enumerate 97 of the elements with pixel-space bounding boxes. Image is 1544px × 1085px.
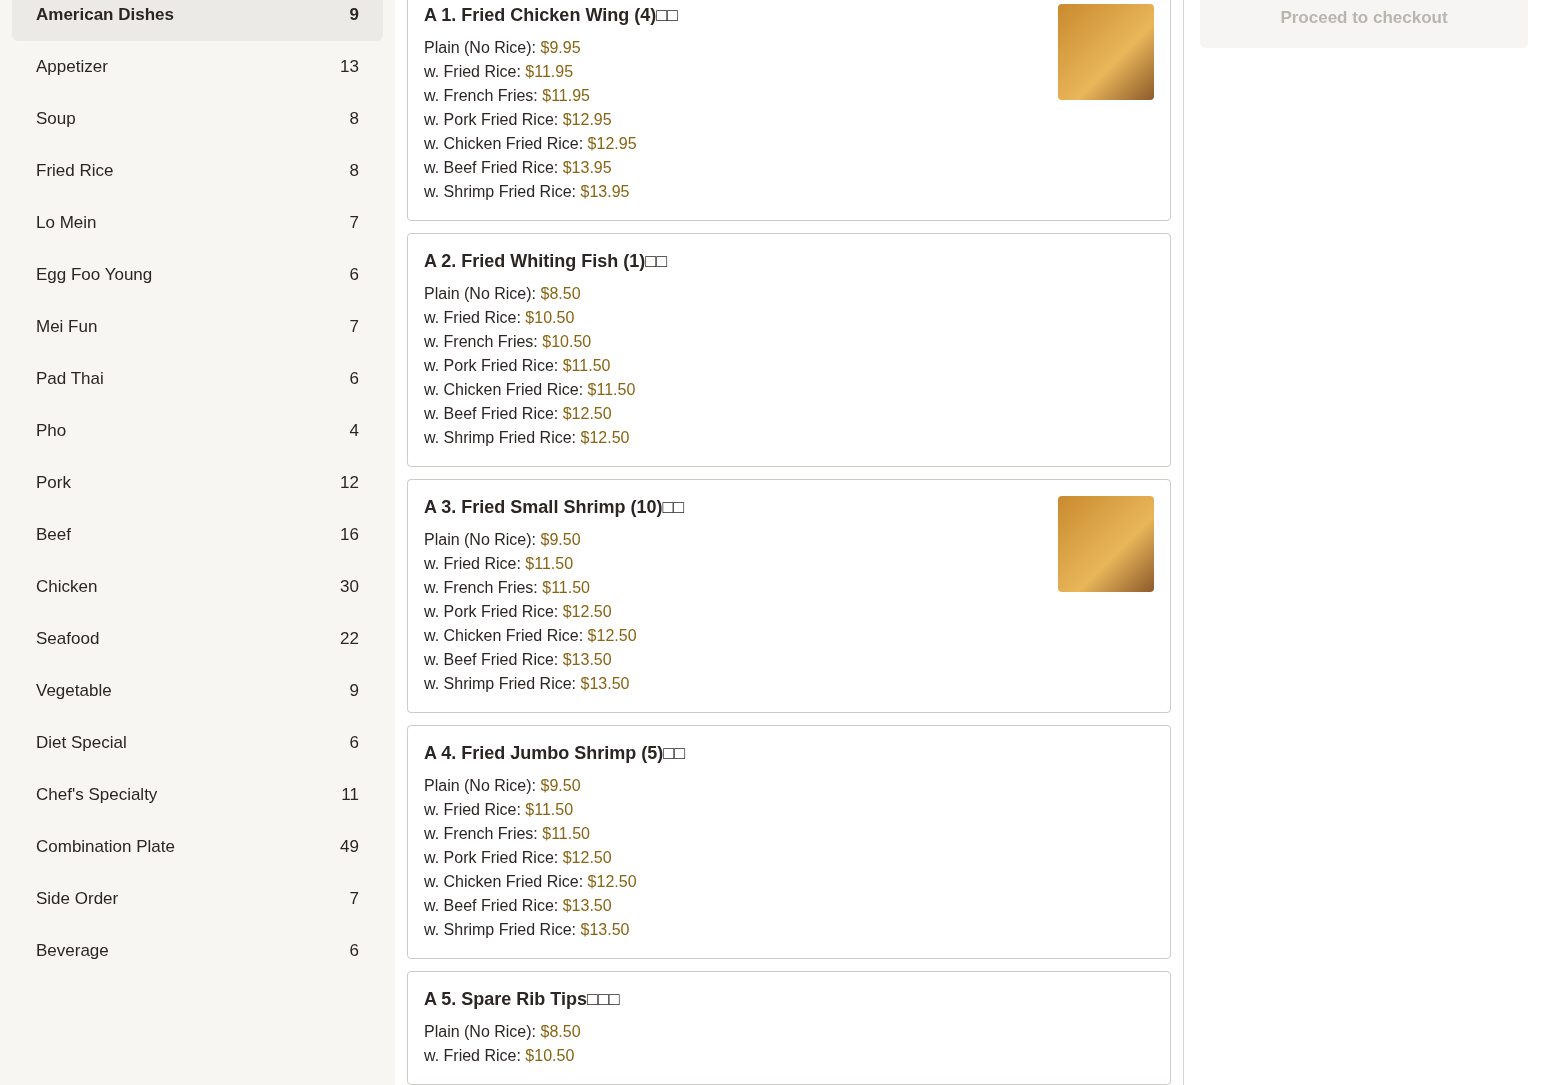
category-item[interactable]: Side Order 7 — [12, 873, 383, 925]
category-count: 6 — [349, 369, 359, 389]
price-option: w. Shrimp Fried Rice: $13.50 — [424, 672, 685, 696]
item-title: A 1. Fried Chicken Wing (4)□□ — [424, 4, 678, 26]
category-name: Appetizer — [36, 57, 108, 77]
category-name: Egg Foo Young — [36, 265, 153, 285]
category-name: Pad Thai — [36, 369, 104, 389]
category-count: 7 — [349, 213, 359, 233]
category-item[interactable]: Vegetable 9 — [12, 665, 383, 717]
category-name: American Dishes — [36, 5, 174, 25]
menu-item-card[interactable] — [407, 0, 1171, 221]
price-option: w. French Fries: $11.95 — [424, 84, 678, 108]
category-item[interactable]: American Dishes 9 — [12, 0, 383, 41]
price-option: w. Shrimp Fried Rice: $13.50 — [424, 918, 686, 942]
category-item[interactable]: Pad Thai 6 — [12, 353, 383, 405]
category-item[interactable]: Pork 12 — [12, 457, 383, 509]
category-count: 8 — [349, 161, 359, 181]
price-option: w. Fried Rice: $11.50 — [424, 798, 686, 822]
category-name: Side Order — [36, 889, 119, 909]
category-name: Combination Plate — [36, 837, 175, 857]
menu-item-card[interactable] — [407, 233, 1171, 467]
price-option: w. Pork Fried Rice: $12.95 — [424, 108, 678, 132]
price-option: Plain (No Rice): $8.50 — [424, 1020, 620, 1044]
price-option: w. Pork Fried Rice: $12.50 — [424, 846, 686, 870]
category-count: 4 — [349, 421, 359, 441]
price-option: w. French Fries: $11.50 — [424, 576, 685, 600]
price-option: w. Fried Rice: $11.50 — [424, 552, 685, 576]
category-count: 11 — [341, 785, 359, 805]
category-item[interactable]: Combination Plate 49 — [12, 821, 383, 873]
category-item[interactable]: Appetizer 13 — [12, 41, 383, 93]
category-item[interactable]: Beverage 6 — [12, 925, 383, 977]
category-count: 6 — [349, 941, 359, 961]
category-item[interactable]: Chicken 30 — [12, 561, 383, 613]
category-name: Diet Special — [36, 733, 127, 753]
category-item[interactable]: Chef's Specialty 11 — [12, 769, 383, 821]
item-title: A 2. Fried Whiting Fish (1)□□ — [424, 250, 668, 272]
category-item[interactable]: Soup 8 — [12, 93, 383, 145]
category-name: Vegetable — [36, 681, 112, 701]
price-option: w. French Fries: $11.50 — [424, 822, 686, 846]
price-option: w. Chicken Fried Rice: $12.50 — [424, 870, 686, 894]
category-item[interactable]: Seafood 22 — [12, 613, 383, 665]
price-option: w. Fried Rice: $10.50 — [424, 306, 668, 330]
category-count: 12 — [340, 473, 359, 493]
category-count: 9 — [349, 5, 359, 25]
category-name: Seafood — [36, 629, 100, 649]
category-name: Mei Fun — [36, 317, 98, 337]
item-title: A 5. Spare Rib Tips□□□ — [424, 988, 620, 1010]
category-name: Lo Mein — [36, 213, 97, 233]
category-name: Pork — [36, 473, 71, 493]
category-item[interactable]: Beef 16 — [12, 509, 383, 561]
price-option: w. Shrimp Fried Rice: $12.50 — [424, 426, 668, 450]
item-title: A 3. Fried Small Shrimp (10)□□ — [424, 496, 685, 518]
price-option: w. Beef Fried Rice: $13.50 — [424, 648, 685, 672]
price-option: Plain (No Rice): $8.50 — [424, 282, 668, 306]
price-option: w. Shrimp Fried Rice: $13.95 — [424, 180, 678, 204]
item-title: A 4. Fried Jumbo Shrimp (5)□□ — [424, 742, 686, 764]
price-option: Plain (No Rice): $9.50 — [424, 774, 686, 798]
price-option: Plain (No Rice): $9.95 — [424, 36, 678, 60]
menu-item-card[interactable] — [407, 725, 1171, 959]
price-option: w. Beef Fried Rice: $13.95 — [424, 156, 678, 180]
category-item[interactable]: Pho 4 — [12, 405, 383, 457]
price-option: w. Beef Fried Rice: $13.50 — [424, 894, 686, 918]
price-option: w. Chicken Fried Rice: $12.50 — [424, 624, 685, 648]
price-option: w. Chicken Fried Rice: $11.50 — [424, 378, 668, 402]
category-name: Chef's Specialty — [36, 785, 158, 805]
category-count: 6 — [349, 733, 359, 753]
price-option: w. Pork Fried Rice: $11.50 — [424, 354, 668, 378]
category-count: 7 — [349, 317, 359, 337]
menu-item-card[interactable] — [407, 479, 1171, 713]
category-count: 13 — [340, 57, 359, 77]
category-name: Beef — [36, 525, 71, 545]
price-option: w. Beef Fried Rice: $12.50 — [424, 402, 668, 426]
price-option: w. Pork Fried Rice: $12.50 — [424, 600, 685, 624]
price-option: Plain (No Rice): $9.50 — [424, 528, 685, 552]
category-item[interactable]: Mei Fun 7 — [12, 301, 383, 353]
category-item[interactable]: Fried Rice 8 — [12, 145, 383, 197]
price-option: w. Fried Rice: $10.50 — [424, 1044, 620, 1068]
category-item[interactable]: Diet Special 6 — [12, 717, 383, 769]
category-count: 16 — [340, 525, 359, 545]
category-count: 8 — [349, 109, 359, 129]
category-name: Beverage — [36, 941, 109, 961]
category-count: 9 — [349, 681, 359, 701]
category-name: Fried Rice — [36, 161, 114, 181]
price-option: w. Fried Rice: $11.95 — [424, 60, 678, 84]
menu-item-card[interactable]: A 5. Spare Rib Tips□□□ Plain (No Rice): $8.50 w. Fried Rice: $10.50 — [407, 971, 1171, 1085]
category-item[interactable]: Lo Mein 7 — [12, 197, 383, 249]
category-name: Chicken — [36, 577, 98, 597]
price-option: w. Chicken Fried Rice: $12.95 — [424, 132, 678, 156]
category-count: 30 — [340, 577, 359, 597]
category-count: 7 — [349, 889, 359, 909]
price-option: w. French Fries: $10.50 — [424, 330, 668, 354]
category-count: 22 — [340, 629, 359, 649]
category-count: 49 — [340, 837, 359, 857]
category-name: Soup — [36, 109, 76, 129]
category-name: Pho — [36, 421, 67, 441]
category-item[interactable]: Egg Foo Young 6 — [12, 249, 383, 301]
category-count: 6 — [349, 265, 359, 285]
